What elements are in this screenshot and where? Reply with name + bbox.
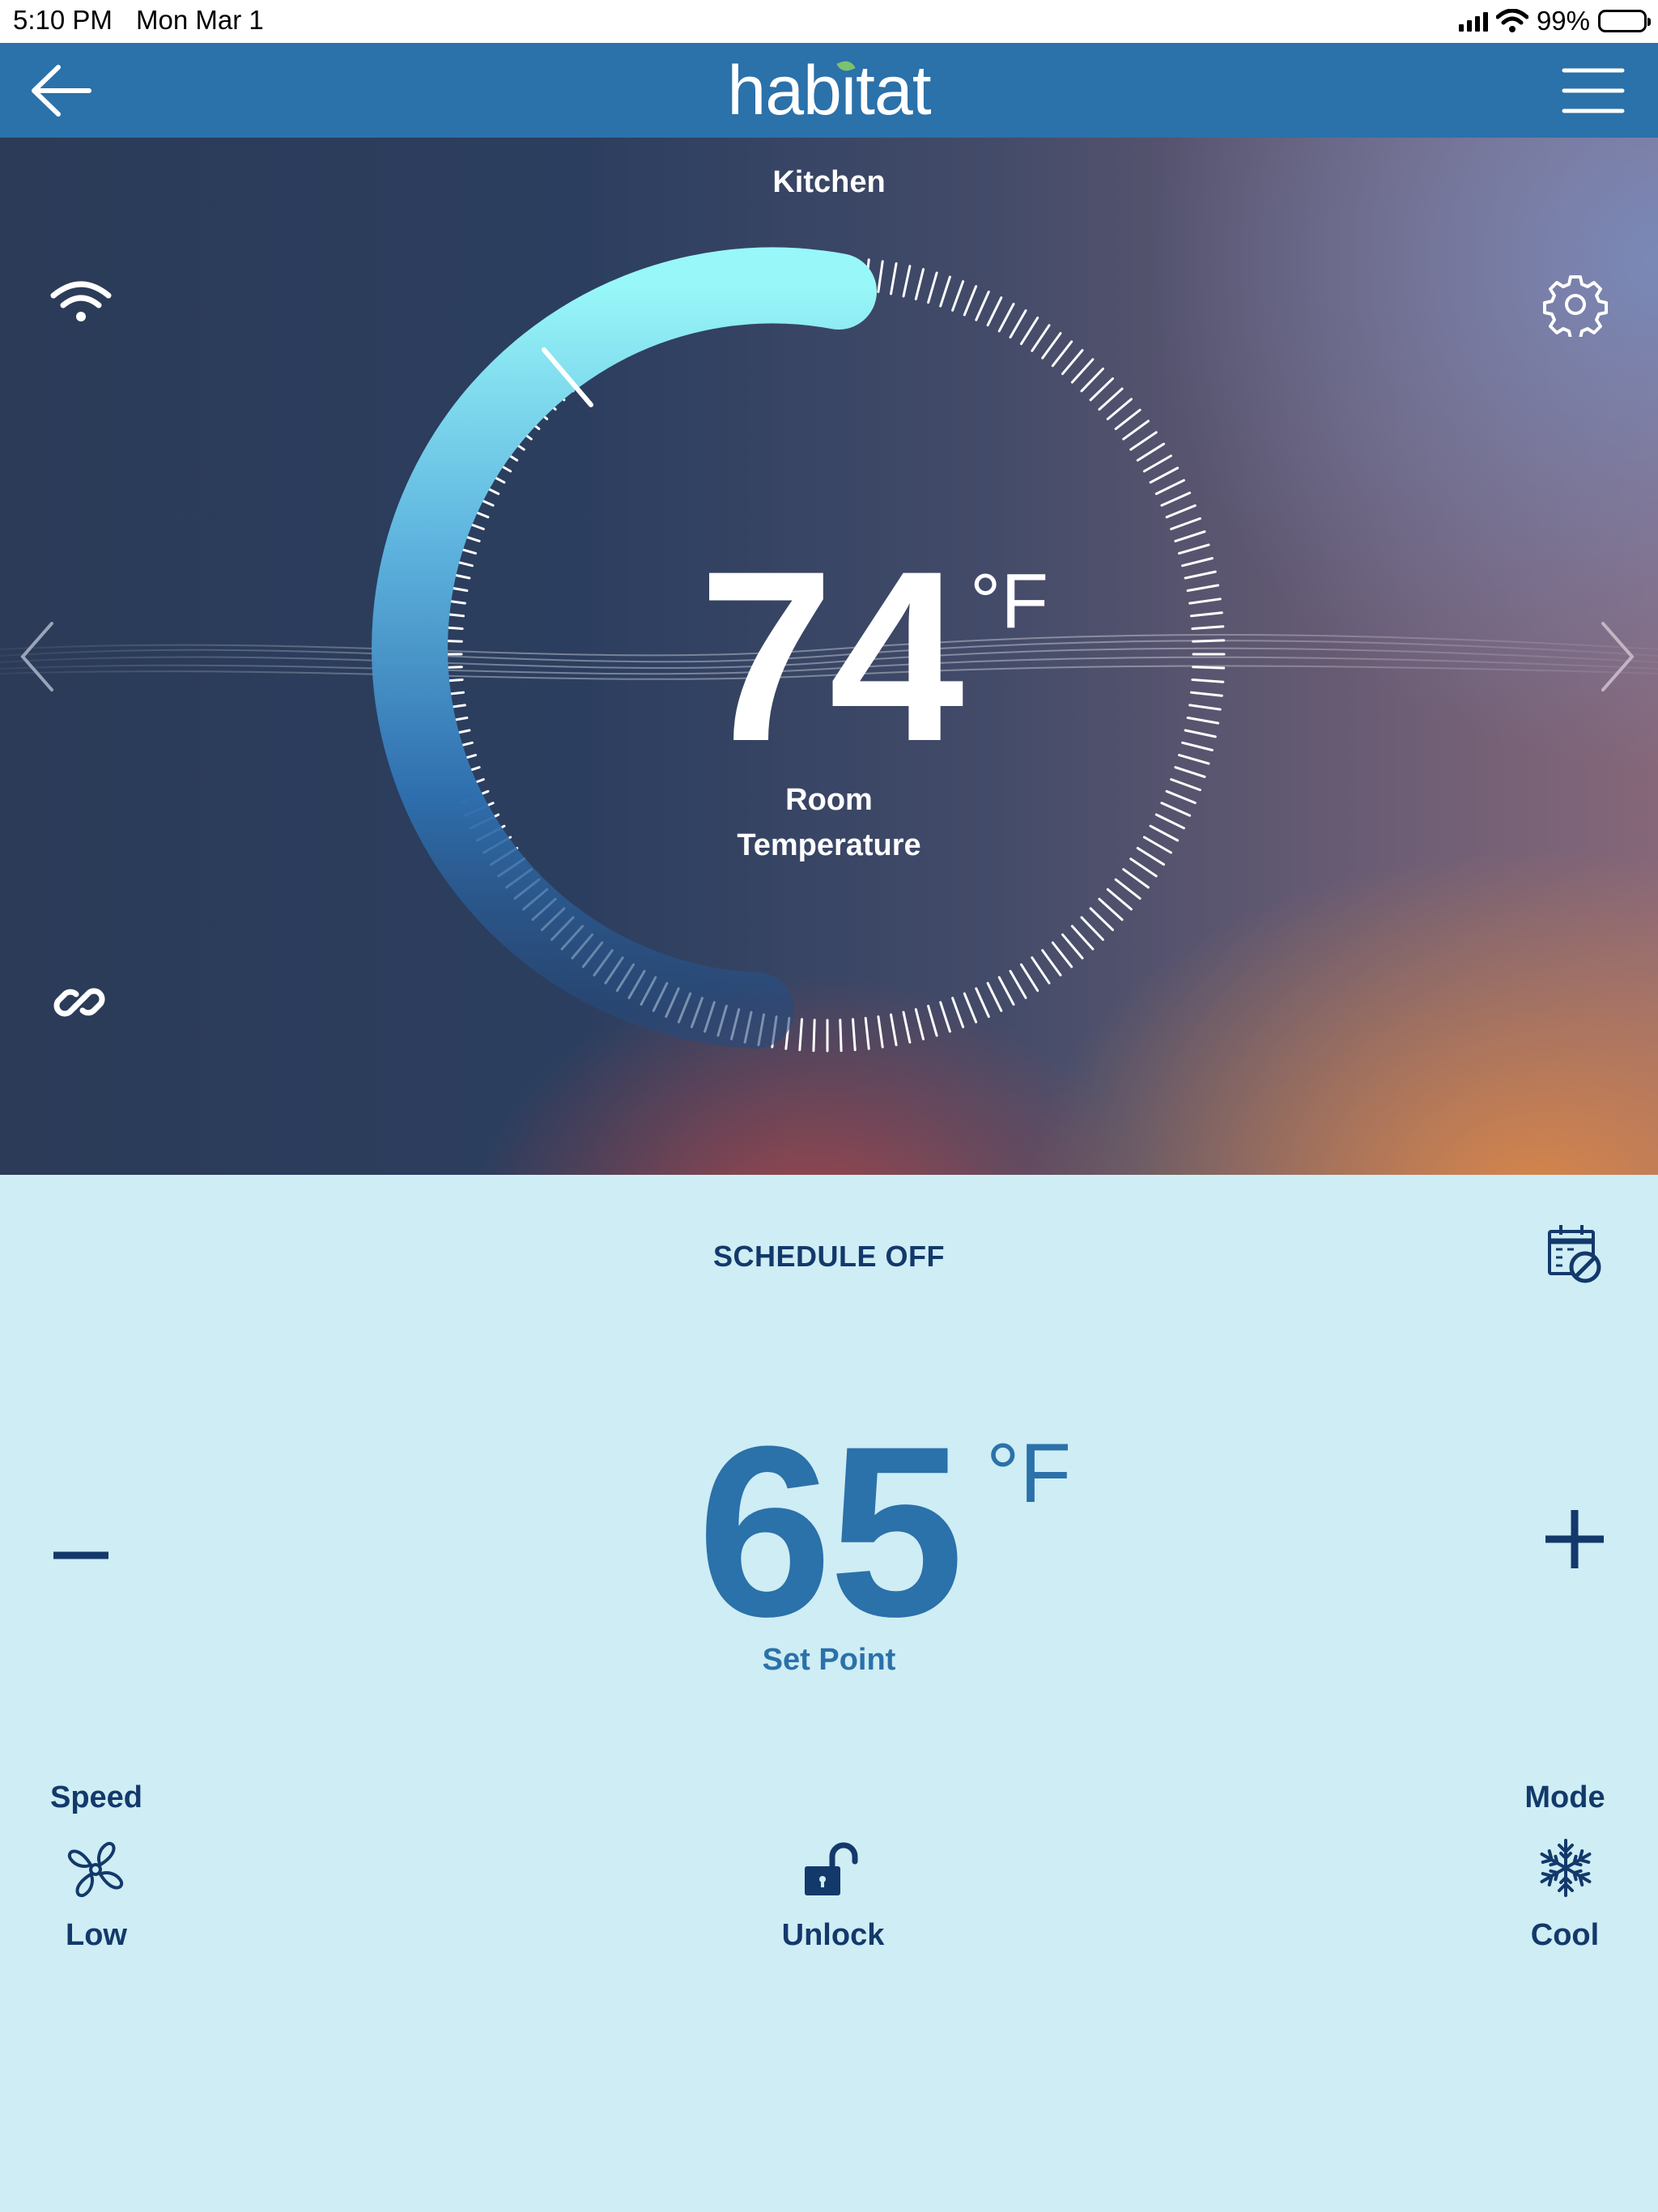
dial-tick: [1136, 442, 1165, 462]
dial-tick: [1031, 956, 1051, 985]
dial-tick: [1098, 897, 1124, 921]
gear-icon[interactable]: [1543, 272, 1608, 337]
chevron-right-icon[interactable]: [1596, 620, 1637, 693]
dial-tick: [1020, 963, 1039, 992]
dial-tick: [902, 265, 912, 298]
dial-tick: [1149, 466, 1180, 484]
dial-tick: [1089, 907, 1114, 931]
room-temperature-label: Room Temperature: [737, 783, 921, 862]
status-indicators: 99%: [1458, 5, 1651, 37]
dial-tick: [963, 992, 978, 1023]
dial-tick: [975, 290, 990, 321]
dial-tick: [1160, 491, 1192, 507]
dial-tick: [1041, 949, 1062, 976]
nav-bar: habitat: [0, 43, 1658, 138]
snowflake-icon[interactable]: [1537, 1837, 1595, 1899]
dial-tick: [927, 1005, 938, 1037]
dial-tick: [1009, 309, 1027, 339]
cellular-signal-icon: [1458, 11, 1488, 32]
wifi-icon[interactable]: [50, 279, 112, 325]
status-date: Mon Mar 1: [136, 5, 264, 35]
dial-tick: [997, 976, 1015, 1006]
speed-value[interactable]: Low: [28, 1918, 165, 1953]
dial-tick: [1106, 398, 1133, 420]
dial-tick: [1098, 387, 1124, 411]
dial-tick: [1165, 504, 1197, 519]
setpoint-value: 65: [697, 1395, 964, 1667]
wifi-status-icon: [1495, 9, 1528, 32]
dial-tick: [1122, 419, 1150, 440]
dial-tick: [877, 260, 884, 293]
link-icon[interactable]: [52, 975, 107, 1030]
dial-tick: [1061, 349, 1084, 376]
dial-tick: [997, 302, 1015, 333]
hamburger-menu-icon[interactable]: [1561, 66, 1626, 116]
dial-tick: [1009, 969, 1027, 999]
chevron-left-icon[interactable]: [18, 620, 58, 693]
control-panel: SCHEDULE OFF 65 °F Set Point Speed Low U…: [0, 1175, 1658, 2212]
dial-tick: [852, 1018, 857, 1052]
dial-tick: [1041, 332, 1062, 359]
dial-tick: [1114, 878, 1141, 900]
dial-tick: [1020, 317, 1039, 346]
mode-title: Mode: [1524, 1780, 1605, 1814]
dial-tick: [986, 981, 1003, 1012]
dial-tick: [914, 1008, 925, 1040]
dial-tick: [864, 1017, 870, 1050]
dial-tick: [1122, 868, 1150, 889]
dial-tick: [1154, 479, 1185, 496]
dial-tick: [1080, 916, 1104, 941]
dial-tick: [1114, 408, 1141, 431]
dial-tick: [839, 1019, 843, 1053]
setpoint-label: Set Point: [762, 1643, 896, 1677]
battery-percent: 99%: [1536, 6, 1590, 36]
calendar-off-icon[interactable]: [1545, 1222, 1606, 1287]
dial-tick: [1129, 431, 1158, 451]
app-logo: habitat: [727, 52, 931, 130]
lock-value[interactable]: Unlock: [748, 1918, 918, 1953]
mode-value[interactable]: Cool: [1506, 1918, 1624, 1953]
dial-tick: [1070, 358, 1095, 384]
dial-tick: [902, 1010, 912, 1044]
dial-tick: [951, 280, 965, 312]
unlock-icon[interactable]: [801, 1840, 863, 1899]
setpoint-unit: °F: [986, 1427, 1072, 1521]
schedule-status[interactable]: SCHEDULE OFF: [0, 1240, 1658, 1274]
room-temperature-value: 74: [699, 520, 964, 792]
dial-tick: [1061, 933, 1084, 959]
dial-tick: [1051, 340, 1073, 368]
dial-tick: [1080, 368, 1104, 393]
dial-tick: [986, 296, 1003, 327]
dial-tick: [890, 1013, 898, 1047]
dial-tick: [914, 268, 925, 300]
dial-tick: [951, 997, 965, 1028]
decrease-setpoint-button[interactable]: [49, 1523, 113, 1588]
dial-tick: [1089, 377, 1114, 402]
dial-tick: [939, 275, 951, 308]
dial-tick: [1142, 454, 1172, 473]
status-bar: 5:10 PM Mon Mar 1 99%: [0, 0, 1658, 43]
dial-tick: [963, 285, 978, 317]
dial-tick: [1070, 925, 1095, 951]
battery-icon: [1598, 10, 1651, 32]
dial-tick: [1031, 324, 1051, 352]
thermostat-hero: Kitchen 74 °F Room Temperature: [0, 138, 1658, 1175]
speed-title: Speed: [49, 1780, 143, 1814]
increase-setpoint-button[interactable]: [1542, 1499, 1607, 1580]
fan-icon[interactable]: [62, 1836, 130, 1904]
dial-tick: [1051, 941, 1073, 968]
dial-tick: [877, 1015, 884, 1049]
status-time: 5:10 PM: [13, 5, 113, 35]
dial-tick: [939, 1001, 951, 1033]
dial-tick: [1170, 517, 1201, 530]
dial-tick: [798, 1018, 803, 1052]
dial-tick: [1106, 888, 1133, 911]
dial-tick: [927, 271, 938, 304]
dial-tick: [890, 262, 898, 296]
room-temperature-unit: °F: [970, 558, 1049, 644]
dial-tick: [975, 987, 990, 1019]
